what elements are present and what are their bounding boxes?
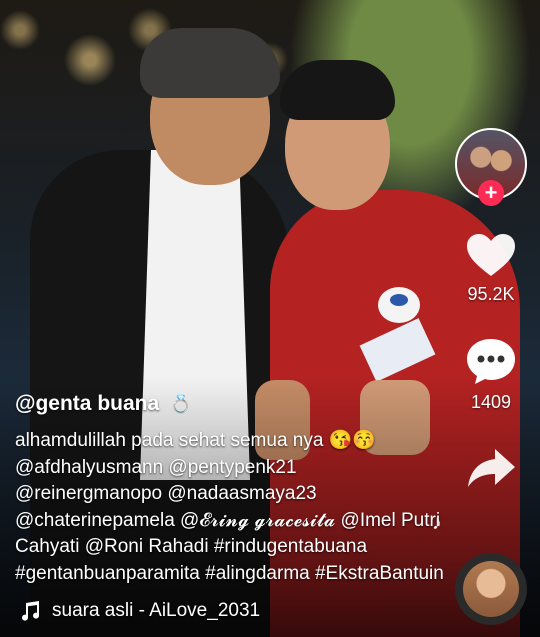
- comment-bubble-icon: [467, 339, 515, 384]
- comment-count: 1409: [470, 392, 512, 412]
- like-count: 95.2K: [467, 284, 515, 304]
- caption-area: @genta buana 💍 alhamdulillah pada sehat …: [15, 392, 445, 587]
- comment-button[interactable]: 1409: [451, 336, 531, 413]
- follow-button[interactable]: +: [478, 180, 504, 206]
- video-screen[interactable]: + 95.2K 1409 ♪ @genta buana 💍 alhamdulil…: [0, 0, 540, 637]
- share-button[interactable]: [451, 446, 531, 490]
- sound-title[interactable]: suara asli - AiLove_2031: [52, 600, 260, 622]
- music-bar[interactable]: suara asli - AiLove_2031: [0, 596, 540, 626]
- video-caption[interactable]: alhamdulillah pada sehat semua nya 😘😚 @a…: [15, 428, 445, 587]
- ring-icon: 💍: [169, 394, 193, 414]
- person-left-hair: [140, 28, 280, 98]
- like-button[interactable]: 95.2K: [451, 232, 531, 305]
- creator-username[interactable]: @genta buana: [15, 392, 159, 415]
- heart-icon: [467, 234, 515, 276]
- person-right-hair: [280, 60, 395, 120]
- music-note-icon: [22, 601, 40, 621]
- shirt-logo: [378, 287, 420, 323]
- creator-avatar-button[interactable]: +: [455, 128, 527, 206]
- share-arrow-icon: [468, 449, 515, 487]
- username-row: @genta buana 💍: [15, 392, 445, 416]
